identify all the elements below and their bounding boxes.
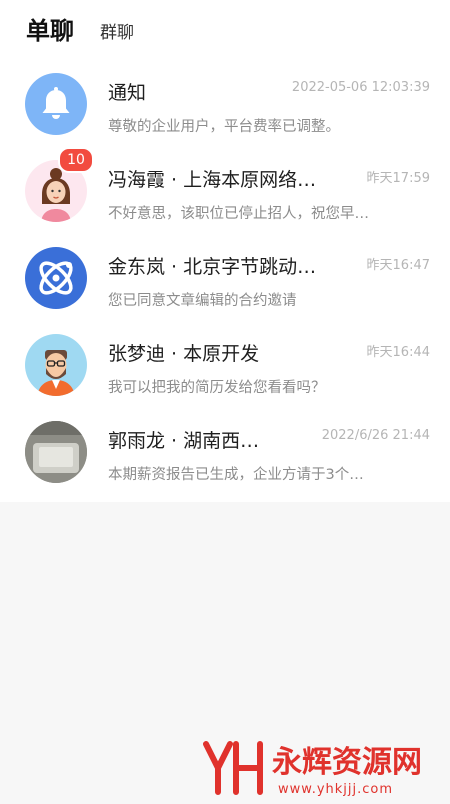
chat-name: 冯海霞 · 上海本原网络…: [108, 169, 317, 191]
unread-badge: 10: [58, 147, 94, 173]
tab-single-chat[interactable]: 单聊: [26, 16, 74, 46]
chat-item[interactable]: 10 冯海霞 · 上海本原网络… 昨天17:59 不好意思，该职位已停止招人，祝…: [0, 147, 450, 234]
chat-time: 2022-05-06 12:03:39: [291, 80, 430, 95]
chat-item[interactable]: 张梦迪 · 本原开发 昨天16:44 我可以把我的简历发给您看看吗？: [0, 321, 450, 408]
chat-name: 通知: [108, 82, 147, 104]
chat-time: 昨天16:44: [366, 345, 430, 360]
bytedance-logo: [25, 247, 87, 309]
chat-preview: 不好意思，该职位已停止招人，祝您早…: [108, 206, 369, 222]
bell-icon: [25, 73, 87, 135]
chat-list: 通知 2022-05-06 12:03:39 尊敬的企业用户，平台费率已调整。: [0, 60, 450, 495]
chat-preview: 尊敬的企业用户，平台费率已调整。: [108, 119, 340, 135]
chat-item[interactable]: 郭雨龙 · 湖南西… 2022/6/26 21:44 本期薪资报告已生成，企业方…: [0, 408, 450, 495]
chat-name: 郭雨龙 · 湖南西…: [108, 430, 260, 452]
watermark-brand: 永辉资源网: [272, 745, 422, 780]
chat-list-screen: 单聊 群聊 通知 2022-05-06 12:03:39 尊敬的企业用户，平台费…: [0, 0, 450, 800]
chat-preview: 本期薪资报告已生成，企业方请于3个…: [108, 467, 364, 483]
chat-time: 2022/6/26 21:44: [321, 428, 430, 443]
site-watermark: 永辉资源网 www.yhkjjj.com: [200, 738, 440, 800]
chat-list-panel: 单聊 群聊 通知 2022-05-06 12:03:39 尊敬的企业用户，平台费…: [0, 0, 450, 502]
chat-preview: 我可以把我的简历发给您看看吗？: [108, 380, 326, 396]
man-glasses-avatar: [25, 334, 87, 396]
chat-time: 昨天17:59: [366, 171, 430, 186]
chat-preview: 您已同意文章编辑的合约邀请: [108, 293, 297, 309]
chat-name: 金东岚 · 北京字节跳动…: [108, 256, 317, 278]
watermark-url: www.yhkjjj.com: [278, 782, 393, 797]
chat-item-notice[interactable]: 通知 2022-05-06 12:03:39 尊敬的企业用户，平台费率已调整。: [0, 60, 450, 147]
chat-item[interactable]: 金东岚 · 北京字节跳动… 昨天16:47 您已同意文章编辑的合约邀请: [0, 234, 450, 321]
chat-time: 昨天16:47: [366, 258, 430, 273]
chat-name: 张梦迪 · 本原开发: [108, 343, 260, 365]
chat-tabs: 单聊 群聊: [26, 10, 134, 46]
tab-group-chat[interactable]: 群聊: [100, 20, 134, 46]
photo-avatar: [25, 421, 87, 483]
